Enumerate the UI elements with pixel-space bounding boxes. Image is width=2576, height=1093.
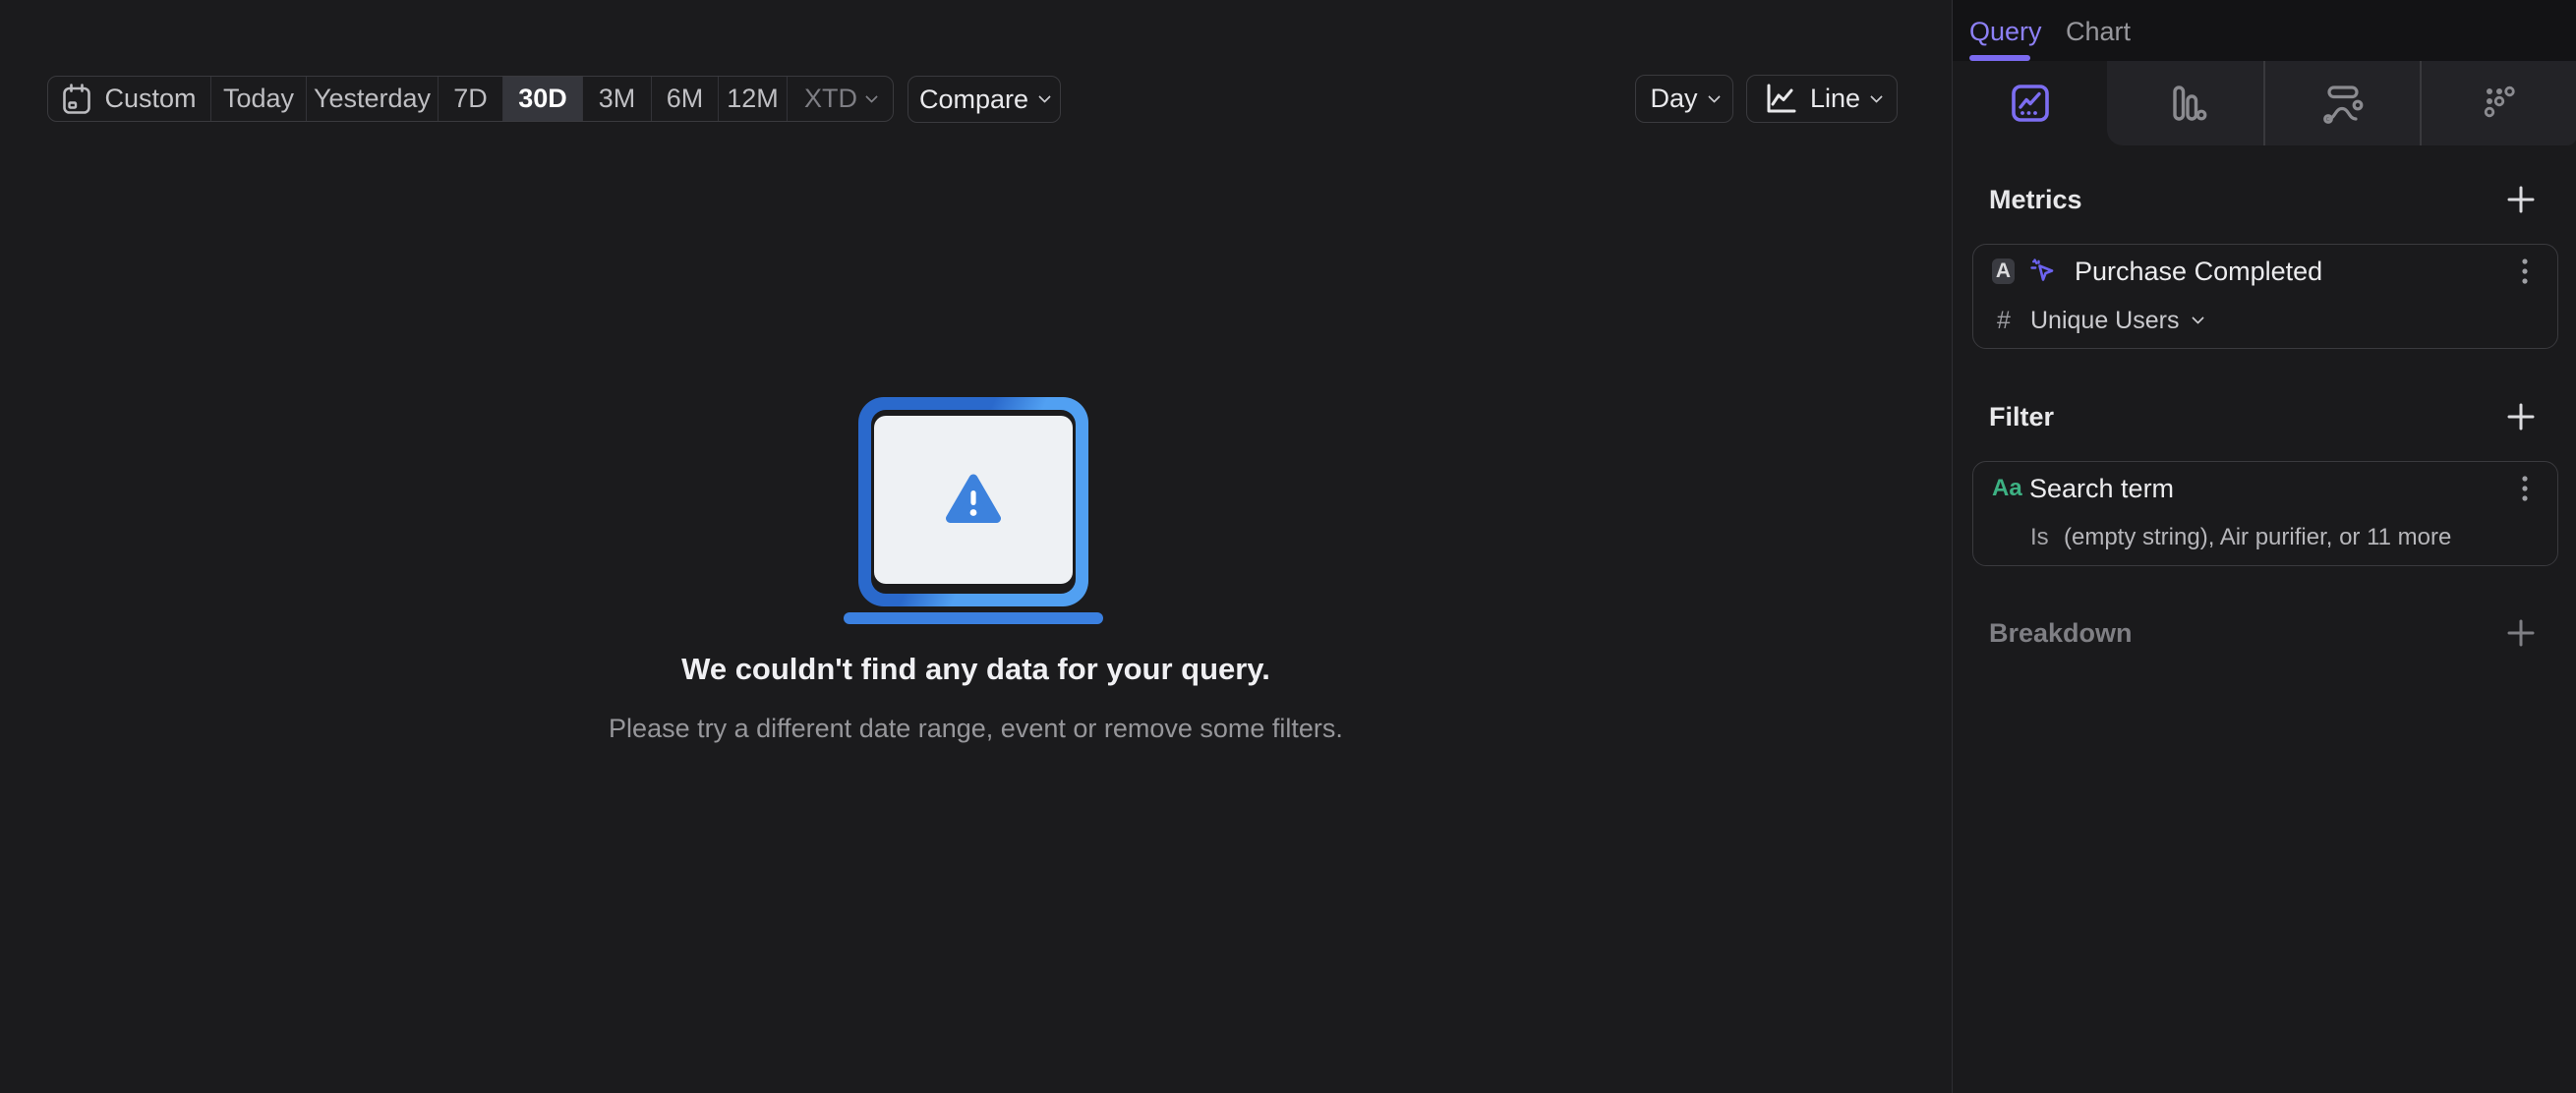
viz-tab-bars[interactable] [2107, 61, 2263, 145]
chevron-down-icon [1707, 89, 1721, 103]
metric-event-name: Purchase Completed [2075, 256, 2323, 286]
date-range-label: 7D [453, 84, 488, 113]
date-range-6m[interactable]: 6M [651, 77, 718, 121]
no-data-illustration [858, 397, 1088, 606]
retention-icon [2484, 86, 2515, 118]
date-range-label: 6M [666, 84, 704, 113]
metric-letter-badge: A [1992, 259, 2015, 284]
string-type-icon: Aa [1992, 475, 2022, 501]
date-range-label: XTD [804, 84, 857, 113]
laptop-screen [874, 416, 1073, 584]
metric-card: A Purchase Completed # Unique Users [1972, 244, 2558, 349]
bar-chart-icon [2172, 86, 2206, 121]
filter-options-kebab[interactable] [2520, 476, 2530, 501]
date-range-label: 3M [598, 84, 636, 113]
plus-icon [2507, 403, 2535, 431]
plus-icon [2507, 619, 2535, 647]
chevron-down-icon [865, 89, 878, 103]
tab-query[interactable]: Query [1969, 17, 2042, 47]
filter-heading: Filter [1989, 402, 2055, 431]
report-canvas: Custom Today Yesterday 7D 30D 3M 6M 12M [0, 0, 1952, 1093]
visualization-tabs [1953, 61, 2576, 145]
date-range-3m[interactable]: 3M [582, 77, 651, 121]
chevron-down-icon [1870, 89, 1883, 103]
empty-state-subtitle: Please try a different date range, event… [609, 714, 1343, 743]
chevron-down-icon [1038, 90, 1051, 103]
date-range-yesterday[interactable]: Yesterday [306, 77, 438, 121]
granularity-label: Day [1650, 84, 1698, 113]
laptop-base [844, 612, 1103, 624]
date-range-label: Yesterday [313, 84, 432, 113]
line-chart-icon [1767, 84, 1796, 112]
empty-state-title: We couldn't find any data for your query… [681, 652, 1270, 686]
date-range-label: 12M [727, 84, 779, 113]
date-range-7d[interactable]: 7D [438, 77, 502, 121]
tab-chart[interactable]: Chart [2066, 17, 2131, 47]
compare-label: Compare [918, 84, 1029, 114]
filter-operator: Is [2030, 524, 2049, 550]
query-sidebar: Query Chart Metrics A Purchase Completed… [1952, 0, 2576, 1093]
chevron-down-icon [2192, 312, 2205, 324]
date-range-custom[interactable]: Custom [48, 77, 210, 121]
viz-tab-flows[interactable] [2263, 61, 2420, 145]
filter-property-row[interactable]: Aa Search term [1992, 473, 2488, 503]
date-range-toolbar: Custom Today Yesterday 7D 30D 3M 6M 12M [47, 76, 894, 122]
viz-tab-insights-active[interactable] [1953, 61, 2107, 145]
breakdown-heading: Breakdown [1989, 618, 2133, 648]
calendar-icon [63, 83, 91, 114]
granularity-button[interactable]: Day [1635, 75, 1733, 123]
warning-triangle-icon [946, 474, 1001, 523]
date-range-today[interactable]: Today [210, 77, 306, 121]
filter-condition-row[interactable]: Is (empty string), Air purifier, or 11 m… [1997, 523, 2488, 552]
filter-values: (empty string), Air purifier, or 11 more [2064, 524, 2452, 550]
metric-event-row[interactable]: A Purchase Completed [1992, 256, 2488, 286]
date-range-label: Custom [104, 84, 197, 113]
event-spark-icon [2030, 258, 2054, 281]
metric-options-kebab[interactable] [2520, 259, 2530, 284]
aggregation-symbol: # [1997, 306, 2011, 334]
add-breakdown-button[interactable] [2506, 618, 2536, 648]
viz-tab-retention[interactable] [2420, 61, 2576, 145]
insights-report-app: Custom Today Yesterday 7D 30D 3M 6M 12M [0, 0, 2576, 1093]
plus-icon [2507, 186, 2535, 213]
flows-icon [2322, 86, 2363, 124]
add-metric-button[interactable] [2506, 185, 2536, 214]
date-range-label: 30D [518, 84, 567, 113]
filter-card: Aa Search term Is (empty string), Air pu… [1972, 461, 2558, 566]
chart-type-button[interactable]: Line [1746, 75, 1898, 123]
insights-icon [2011, 85, 2049, 122]
compare-button[interactable]: Compare [907, 76, 1061, 123]
date-range-xtd-dropdown[interactable]: XTD [787, 77, 893, 121]
sidebar-header: Query Chart [1953, 0, 2576, 61]
date-range-label: Today [222, 84, 295, 113]
add-filter-button[interactable] [2506, 402, 2536, 431]
kebab-icon [2522, 476, 2528, 501]
filter-property-name: Search term [2029, 473, 2175, 503]
metric-aggregation-selector[interactable]: # Unique Users [1997, 306, 2488, 335]
metrics-heading: Metrics [1989, 185, 2082, 214]
chart-type-label: Line [1809, 84, 1861, 113]
date-range-30d-selected[interactable]: 30D [502, 77, 582, 121]
date-range-12m[interactable]: 12M [718, 77, 787, 121]
aggregation-label: Unique Users [2030, 306, 2180, 334]
kebab-icon [2522, 259, 2528, 284]
